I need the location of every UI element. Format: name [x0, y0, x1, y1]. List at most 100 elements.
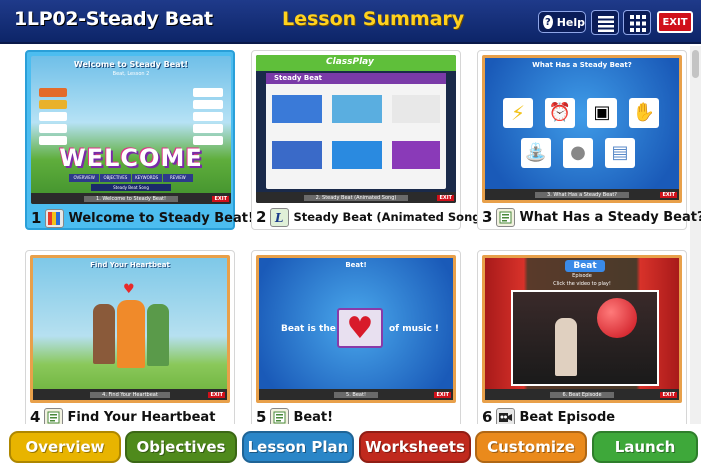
thumb-tabs: OVERVIEW OBJECTIVES KEYWORDS REVIEW — [69, 174, 193, 182]
thumb-heading: Welcome to Steady Beat! — [73, 60, 189, 69]
card-number: 1 — [31, 209, 42, 227]
book-icon: ▤ — [605, 138, 635, 168]
thumb-tile — [332, 95, 382, 123]
thumb-nav-bar: 5. Beat! — [259, 389, 453, 400]
activity-icon — [496, 207, 516, 227]
thumb-subheading: Episode — [572, 273, 592, 279]
card-title: Beat! — [293, 409, 334, 425]
faucet-icon: ⛲ — [521, 138, 551, 168]
thumb-menu-item — [39, 88, 67, 97]
card-label: 1 Welcome to Steady Beat! — [31, 206, 254, 230]
video-player[interactable] — [511, 290, 659, 386]
thumb-exit: EXIT — [212, 196, 229, 202]
hands-icon: ✋ — [629, 98, 659, 128]
scrollbar[interactable] — [690, 46, 701, 424]
clock-icon: ⏰ — [545, 98, 575, 128]
heart-icon: ♥ — [337, 308, 383, 348]
card-number: 3 — [482, 208, 493, 226]
heart-icon: ♥ — [123, 282, 135, 297]
thumb-heading: Find Your Heartbeat — [90, 261, 170, 269]
card-label: 2 L Steady Beat (Animated Song) — [256, 205, 486, 229]
thumb-character — [147, 304, 169, 366]
computer-icon: ▣ — [587, 98, 617, 128]
list-view-button[interactable] — [591, 10, 619, 35]
course-title: 1LP02-Steady Beat — [14, 8, 213, 30]
card-number: 2 — [256, 208, 267, 226]
thumb-heading: What Has a Steady Beat? — [532, 61, 632, 69]
card-label: 3 What Has a Steady Beat? — [482, 205, 701, 229]
bottom-nav: Overview Objectives Lesson Plan Workshee… — [0, 424, 701, 465]
thumb-tab: REVIEW — [162, 174, 193, 182]
thumb-bar-label: 2. Steady Beat (Animated Song) — [303, 194, 409, 201]
thumb-instruction: Click the video to play! — [553, 281, 611, 287]
thumb-menu-item — [39, 124, 67, 133]
thumb-menu-item — [39, 100, 67, 109]
flag-icon — [45, 208, 65, 228]
scroll-thumb[interactable] — [692, 50, 699, 78]
thumb-tile — [392, 95, 440, 123]
exit-button[interactable]: EXIT — [657, 11, 693, 33]
card-thumbnail[interactable]: What Has a Steady Beat? ⚡ ⏰ ▣ ✋ ⛲ ● ▤ 3.… — [482, 55, 682, 203]
thumb-nav-bar: 2. Steady Beat (Animated Song) — [256, 192, 456, 203]
thumb-menu-item — [193, 88, 223, 97]
thumb-bar-label: 1. Welcome to Steady Beat! — [84, 195, 178, 202]
svg-text:L: L — [274, 211, 283, 225]
grid-view-icon — [630, 15, 646, 32]
overview-button[interactable]: Overview — [9, 431, 121, 463]
thumb-exit: EXIT — [660, 392, 677, 398]
help-icon: ? — [543, 15, 553, 29]
card-thumbnail[interactable]: Welcome to Steady Beat! Beat, Lesson 2 W… — [31, 56, 231, 204]
thumb-subheading: Beat, Lesson 2 — [112, 71, 150, 77]
thumb-tab: KEYWORDS — [131, 174, 162, 182]
thumb-nav-bar: 3. What Has a Steady Beat? — [485, 189, 679, 200]
lesson-card-1[interactable]: Welcome to Steady Beat! Beat, Lesson 2 W… — [25, 50, 254, 230]
thumb-character — [555, 318, 577, 376]
header-bar: 1LP02-Steady Beat Lesson Summary ? Help … — [0, 0, 701, 44]
thumb-menu-item — [193, 112, 223, 121]
lesson-card-4[interactable]: Find Your Heartbeat ♥ 4. Find Your Heart… — [25, 250, 235, 430]
thumb-bar-label: 3. What Has a Steady Beat? — [535, 191, 629, 198]
thumb-text-right: of music ! — [389, 324, 440, 334]
help-button[interactable]: ? Help — [538, 11, 586, 33]
thumb-menu-item — [39, 112, 67, 121]
objectives-button[interactable]: Objectives — [125, 431, 237, 463]
lesson-card-6[interactable]: Beat Episode Click the video to play! 6.… — [477, 250, 687, 430]
card-title: Find Your Heartbeat — [67, 409, 216, 425]
thumb-tile — [392, 141, 440, 169]
ball-icon: ● — [563, 138, 593, 168]
thumb-nav-bar: 1. Welcome to Steady Beat! — [31, 193, 231, 204]
grid-view-button[interactable] — [623, 10, 651, 35]
thumb-text-left: Beat is the — [281, 324, 336, 334]
help-label: Help — [556, 15, 585, 29]
thumb-exit: EXIT — [437, 195, 454, 201]
thumb-character — [117, 300, 145, 368]
customize-button[interactable]: Customize — [475, 431, 587, 463]
thumb-tile — [272, 141, 322, 169]
thumb-tile — [332, 141, 382, 169]
lesson-card-5[interactable]: Beat! Beat is the ♥ of music ! 5. Beat! … — [251, 250, 461, 430]
lesson-plan-button[interactable]: Lesson Plan — [242, 431, 354, 463]
card-thumbnail[interactable]: Beat Episode Click the video to play! 6.… — [482, 255, 682, 403]
song-icon: L — [270, 207, 290, 227]
lightning-icon: ⚡ — [503, 98, 533, 128]
thumb-welcome-text: WELCOME — [59, 144, 203, 172]
thumb-panel — [266, 73, 446, 189]
card-title: What Has a Steady Beat? — [519, 209, 701, 225]
thumb-heading: Beat — [565, 260, 605, 272]
thumb-brand: ClassPlay — [326, 57, 374, 67]
launch-button[interactable]: Launch — [592, 431, 698, 463]
thumb-menu-item — [193, 100, 223, 109]
thumb-footer: Steady Beat Song — [91, 184, 171, 191]
lesson-card-3[interactable]: What Has a Steady Beat? ⚡ ⏰ ▣ ✋ ⛲ ● ▤ 3.… — [477, 50, 701, 230]
thumb-nav-bar: 6. Beat Episode — [485, 389, 679, 400]
list-view-icon — [598, 16, 614, 32]
worksheets-button[interactable]: Worksheets — [359, 431, 471, 463]
thumb-menu-item — [193, 124, 223, 133]
card-thumbnail[interactable]: Beat! Beat is the ♥ of music ! 5. Beat! … — [256, 255, 456, 403]
thumb-bar-label: 5. Beat! — [334, 391, 378, 398]
card-thumbnail[interactable]: ClassPlay Steady Beat 2. Steady Beat (An… — [256, 55, 456, 203]
lesson-card-2[interactable]: ClassPlay Steady Beat 2. Steady Beat (An… — [251, 50, 486, 230]
thumb-tile — [272, 95, 322, 123]
card-title: Beat Episode — [519, 409, 616, 425]
card-thumbnail[interactable]: Find Your Heartbeat ♥ 4. Find Your Heart… — [30, 255, 230, 403]
